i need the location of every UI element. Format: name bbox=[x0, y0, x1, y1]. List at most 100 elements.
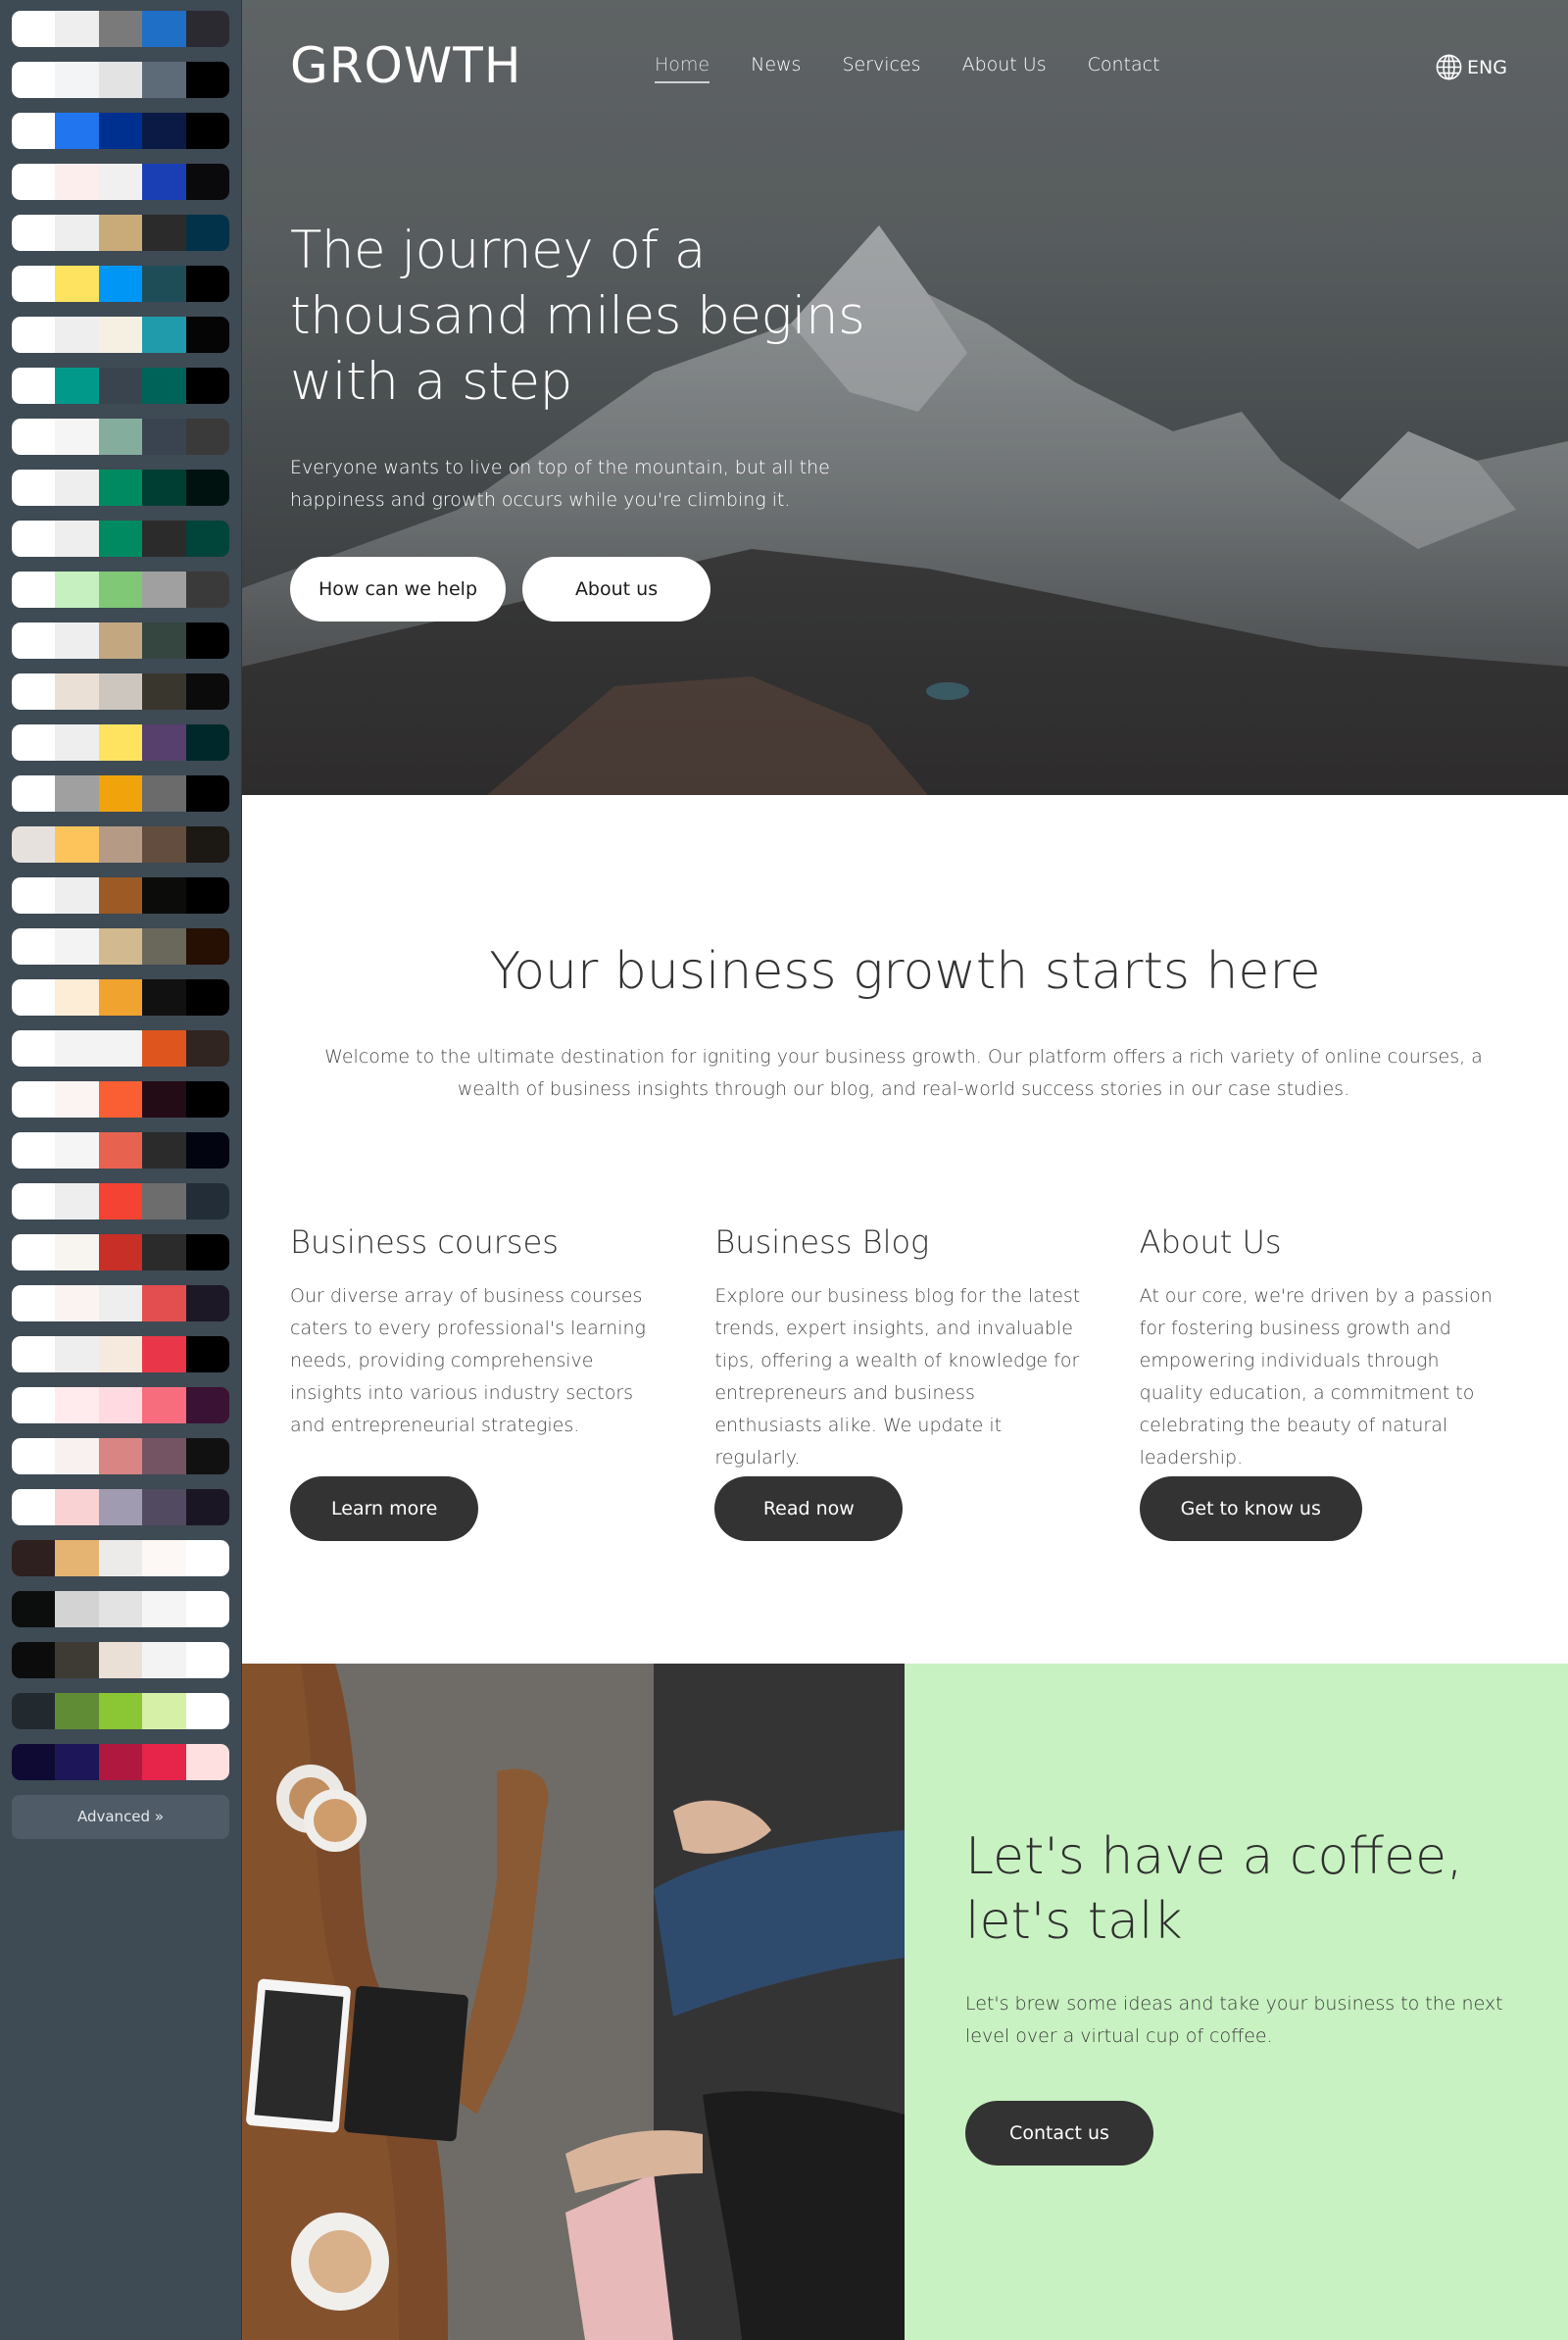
color-swatch bbox=[12, 215, 56, 251]
color-swatch bbox=[142, 1438, 186, 1474]
hero-title: The journey of a thousand miles begins w… bbox=[290, 221, 865, 412]
palette-option[interactable] bbox=[12, 266, 229, 302]
color-swatch bbox=[142, 470, 186, 506]
site-header: GROWTH Home News Services About Us Contact E… bbox=[242, 0, 1568, 132]
how-can-we-help-button[interactable]: How can we help bbox=[290, 557, 507, 622]
palette-option[interactable] bbox=[12, 521, 229, 557]
color-swatch bbox=[185, 1183, 229, 1220]
palette-option[interactable] bbox=[12, 979, 229, 1016]
color-swatch bbox=[12, 1642, 56, 1678]
palette-option[interactable] bbox=[12, 1744, 229, 1780]
nav-item-home[interactable]: Home bbox=[655, 54, 710, 83]
palette-option[interactable] bbox=[12, 215, 229, 251]
palette-option[interactable] bbox=[12, 928, 229, 965]
palette-option[interactable] bbox=[12, 673, 229, 710]
color-swatch bbox=[12, 62, 56, 98]
color-swatch bbox=[185, 724, 229, 761]
palette-option[interactable] bbox=[12, 1387, 229, 1423]
color-swatch bbox=[185, 1285, 229, 1321]
color-swatch bbox=[12, 1744, 56, 1780]
color-swatch bbox=[185, 215, 229, 251]
color-swatch bbox=[55, 572, 99, 608]
color-swatch bbox=[185, 470, 229, 506]
palette-option[interactable] bbox=[12, 1183, 229, 1220]
get-to-know-us-button[interactable]: Get to know us bbox=[1139, 1476, 1362, 1541]
intro-section: Your business growth starts here Welcome… bbox=[242, 795, 1568, 1664]
color-swatch bbox=[98, 979, 143, 1016]
color-swatch bbox=[142, 1642, 186, 1678]
color-swatch bbox=[55, 673, 99, 710]
palette-option[interactable] bbox=[12, 826, 229, 863]
color-swatch bbox=[142, 775, 186, 812]
palette-option[interactable] bbox=[12, 1336, 229, 1372]
color-swatch bbox=[12, 419, 56, 455]
color-swatch bbox=[12, 1285, 56, 1321]
color-swatch bbox=[185, 1642, 229, 1678]
color-swatch bbox=[55, 1234, 99, 1270]
color-swatch bbox=[98, 164, 143, 200]
palette-option[interactable] bbox=[12, 724, 229, 761]
color-swatch bbox=[185, 164, 229, 200]
color-swatch bbox=[55, 877, 99, 914]
palette-option[interactable] bbox=[12, 1132, 229, 1169]
color-swatch bbox=[142, 1591, 186, 1627]
palette-option[interactable] bbox=[12, 470, 229, 506]
palette-option[interactable] bbox=[12, 1285, 229, 1321]
palette-option[interactable] bbox=[12, 419, 229, 455]
palette-option[interactable] bbox=[12, 1438, 229, 1474]
color-swatch bbox=[98, 215, 143, 251]
language-selector[interactable]: ENG bbox=[1435, 53, 1507, 81]
color-swatch bbox=[142, 1183, 186, 1220]
nav-item-news[interactable]: News bbox=[751, 54, 801, 83]
color-swatch bbox=[98, 775, 143, 812]
color-swatch bbox=[185, 368, 229, 404]
color-swatch bbox=[142, 164, 186, 200]
color-swatch bbox=[142, 1285, 186, 1321]
palette-option[interactable] bbox=[12, 164, 229, 200]
palette-option[interactable] bbox=[12, 317, 229, 353]
site-logo[interactable]: GROWTH bbox=[290, 37, 521, 94]
nav-item-services[interactable]: Services bbox=[842, 54, 920, 83]
color-swatch bbox=[55, 979, 99, 1016]
learn-more-button[interactable]: Learn more bbox=[290, 1476, 479, 1541]
palette-option[interactable] bbox=[12, 775, 229, 812]
color-swatch bbox=[142, 1081, 186, 1118]
coffee-meeting-photo bbox=[242, 1664, 905, 2340]
palette-option[interactable] bbox=[12, 1693, 229, 1729]
color-swatch bbox=[98, 113, 143, 149]
palette-option[interactable] bbox=[12, 62, 229, 98]
color-swatch bbox=[185, 673, 229, 710]
color-swatch bbox=[142, 368, 186, 404]
color-swatch bbox=[185, 775, 229, 812]
palette-option[interactable] bbox=[12, 1081, 229, 1118]
advanced-button[interactable]: Advanced » bbox=[12, 1795, 229, 1839]
palette-option[interactable] bbox=[12, 1591, 229, 1627]
palette-option[interactable] bbox=[12, 572, 229, 608]
palette-option[interactable] bbox=[12, 1489, 229, 1525]
color-swatch bbox=[142, 1387, 186, 1423]
palette-option[interactable] bbox=[12, 368, 229, 404]
palette-option[interactable] bbox=[12, 1030, 229, 1067]
color-swatch bbox=[98, 317, 143, 353]
color-swatch bbox=[185, 266, 229, 302]
color-swatch bbox=[12, 979, 56, 1016]
color-swatch bbox=[98, 673, 143, 710]
contact-us-button[interactable]: Contact us bbox=[965, 2101, 1153, 2166]
color-swatch bbox=[142, 1489, 186, 1525]
color-swatch bbox=[12, 266, 56, 302]
palette-option[interactable] bbox=[12, 1642, 229, 1678]
palette-option[interactable] bbox=[12, 622, 229, 659]
color-swatch bbox=[185, 979, 229, 1016]
about-us-hero-button[interactable]: About us bbox=[522, 557, 711, 622]
palette-option[interactable] bbox=[12, 877, 229, 914]
palette-option[interactable] bbox=[12, 1234, 229, 1270]
palette-option[interactable] bbox=[12, 113, 229, 149]
color-swatch bbox=[98, 1642, 143, 1678]
features-row: Business courses Our diverse array of bu… bbox=[290, 1223, 1564, 1541]
color-swatch bbox=[142, 1030, 186, 1067]
nav-item-contact[interactable]: Contact bbox=[1088, 54, 1160, 83]
palette-option[interactable] bbox=[12, 11, 229, 47]
read-now-button[interactable]: Read now bbox=[714, 1476, 904, 1541]
palette-option[interactable] bbox=[12, 1540, 229, 1576]
nav-item-about-us[interactable]: About Us bbox=[962, 54, 1047, 83]
